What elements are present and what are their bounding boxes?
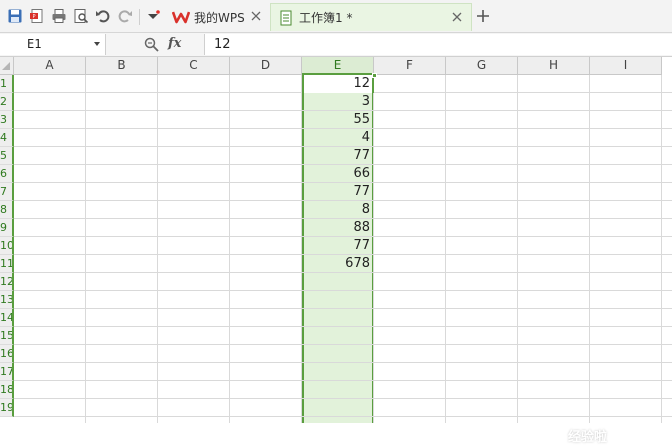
- row-number: 17: [0, 365, 14, 378]
- row-gridline: [14, 380, 672, 381]
- row-header-11[interactable]: 11: [0, 255, 14, 273]
- row-header-4[interactable]: 4: [0, 129, 14, 147]
- cell-e3[interactable]: 55: [304, 111, 370, 129]
- row-gridline: [14, 362, 672, 363]
- column-header-c[interactable]: C: [158, 57, 230, 75]
- row-number: 15: [0, 329, 14, 342]
- row-number: 12: [0, 275, 14, 288]
- cell-reference: E1: [27, 37, 42, 51]
- tab-label: 工作簿1 *: [299, 11, 353, 25]
- row-number: 6: [0, 167, 7, 180]
- svg-text:P: P: [32, 14, 35, 20]
- row-number: 5: [0, 149, 7, 162]
- formula-bar: E1 fx 12: [0, 33, 672, 57]
- row-gridline: [14, 308, 672, 309]
- row-number: 3: [0, 113, 7, 126]
- row-header-14[interactable]: 14: [0, 309, 14, 327]
- row-number: 10: [0, 239, 14, 252]
- wps-logo-icon: [172, 9, 190, 25]
- row-header-1[interactable]: 1: [0, 75, 14, 93]
- select-all-triangle-icon: [2, 62, 10, 70]
- row-number: 7: [0, 185, 7, 198]
- row-number: 9: [0, 221, 7, 234]
- cell-e8[interactable]: 8: [304, 201, 370, 219]
- row-gridline: [14, 326, 672, 327]
- cell-e11[interactable]: 678: [304, 255, 370, 273]
- row-header-13[interactable]: 13: [0, 291, 14, 309]
- redo-icon[interactable]: [117, 8, 133, 24]
- export-pdf-icon[interactable]: P: [29, 8, 45, 24]
- row-gridline: [14, 398, 672, 399]
- tab-workbook[interactable]: 工作簿1 *: [270, 3, 472, 31]
- row-number: 4: [0, 131, 7, 144]
- save-icon[interactable]: [7, 8, 23, 24]
- row-header-15[interactable]: 15: [0, 327, 14, 345]
- column-header-g[interactable]: G: [446, 57, 518, 75]
- cell-e1[interactable]: 12: [304, 75, 370, 93]
- row-number: 1: [0, 77, 7, 90]
- column-header-b[interactable]: B: [86, 57, 158, 75]
- row-header-2[interactable]: 2: [0, 93, 14, 111]
- row-header-12[interactable]: 12: [0, 273, 14, 291]
- close-icon[interactable]: [451, 11, 463, 23]
- spreadsheet-grid[interactable]: A B C D E F G H I 1 2 3 4 5 6 7 8 9 10 11 12 13 14 15 16 17 18 19 经…: [0, 57, 672, 445]
- row-number: 13: [0, 293, 14, 306]
- toolbar-separator: [139, 9, 140, 25]
- zoom-search-icon[interactable]: [144, 37, 159, 52]
- row-number: 11: [0, 257, 14, 270]
- row-header-3[interactable]: 3: [0, 111, 14, 129]
- cell-e9[interactable]: 88: [304, 219, 370, 237]
- column-header-a[interactable]: A: [14, 57, 86, 75]
- row-header-10[interactable]: 10: [0, 237, 14, 255]
- print-icon[interactable]: [51, 8, 67, 24]
- row-number: 8: [0, 203, 7, 216]
- row-header-18[interactable]: 18: [0, 381, 14, 399]
- row-header-5[interactable]: 5: [0, 147, 14, 165]
- column-header-i[interactable]: I: [590, 57, 662, 75]
- tab-label: 我的WPS: [194, 10, 245, 25]
- formula-input[interactable]: 12: [204, 34, 672, 55]
- select-all-corner[interactable]: [0, 57, 14, 75]
- cell-e6[interactable]: 66: [304, 165, 370, 183]
- new-tab-plus-icon[interactable]: [476, 9, 490, 23]
- tab-my-wps[interactable]: 我的WPS: [166, 3, 270, 31]
- row-gridline: [14, 416, 672, 417]
- cell-e4[interactable]: 4: [304, 129, 370, 147]
- insert-function-button[interactable]: fx: [168, 36, 181, 51]
- name-box[interactable]: E1: [0, 34, 106, 55]
- row-gridline: [14, 290, 672, 291]
- column-header-h[interactable]: H: [518, 57, 590, 75]
- row-header-9[interactable]: 9: [0, 219, 14, 237]
- customize-dropdown-icon[interactable]: [145, 8, 161, 24]
- row-gridline: [14, 344, 672, 345]
- row-header-7[interactable]: 7: [0, 183, 14, 201]
- row-number: 18: [0, 383, 14, 396]
- column-header-f[interactable]: F: [374, 57, 446, 75]
- print-preview-icon[interactable]: [73, 8, 89, 24]
- column-header-e[interactable]: E: [302, 57, 374, 75]
- close-icon[interactable]: [250, 10, 262, 22]
- row-header-16[interactable]: 16: [0, 345, 14, 363]
- row-number: 2: [0, 95, 7, 108]
- undo-icon[interactable]: [95, 8, 111, 24]
- row-number: 16: [0, 347, 14, 360]
- fill-handle[interactable]: [372, 73, 377, 78]
- row-header-17[interactable]: 17: [0, 363, 14, 381]
- row-header-6[interactable]: 6: [0, 165, 14, 183]
- cell-e10[interactable]: 77: [304, 237, 370, 255]
- cell-e2[interactable]: 3: [304, 93, 370, 111]
- tab-bar: P 我的WPS 工作簿1 *: [0, 0, 672, 33]
- chevron-down-icon[interactable]: [94, 42, 100, 46]
- spreadsheet-doc-icon: [277, 10, 295, 26]
- row-header-8[interactable]: 8: [0, 201, 14, 219]
- row-number: 14: [0, 311, 14, 324]
- formula-value: 12: [214, 37, 231, 52]
- row-number: 19: [0, 401, 14, 414]
- watermark-text: 经验啦: [568, 430, 608, 445]
- row-header-19[interactable]: 19: [0, 399, 14, 417]
- column-header-d[interactable]: D: [230, 57, 302, 75]
- cell-e5[interactable]: 77: [304, 147, 370, 165]
- cell-e7[interactable]: 77: [304, 183, 370, 201]
